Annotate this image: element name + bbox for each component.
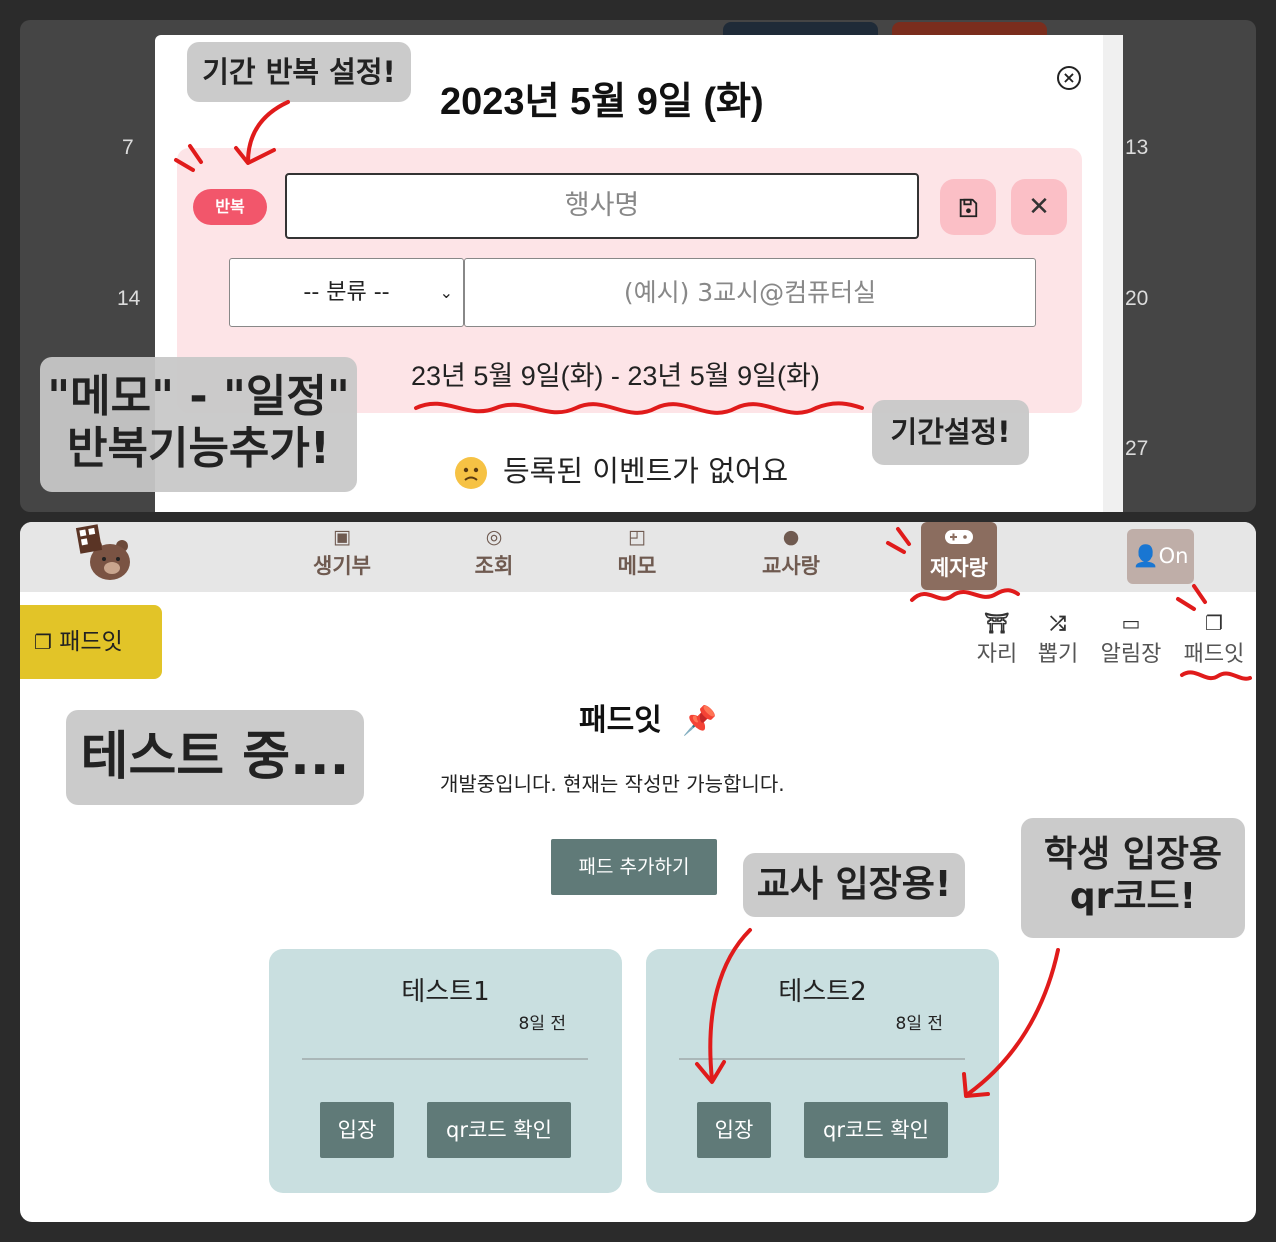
emphasis-mark xyxy=(896,527,911,546)
emphasis-mark xyxy=(1176,597,1196,611)
emphasis-mark xyxy=(886,541,906,554)
arrow-repeat-head xyxy=(234,146,276,165)
squiggle-date xyxy=(414,401,864,415)
arrow-student-head xyxy=(962,1072,990,1098)
emphasis-mark xyxy=(174,158,195,172)
squiggle-padlet xyxy=(1180,670,1252,681)
arrow-teacher xyxy=(708,928,752,1082)
arrow-student xyxy=(966,948,1060,1096)
squiggle-jejarang xyxy=(910,588,1020,602)
emphasis-mark xyxy=(188,144,203,164)
emphasis-mark xyxy=(1192,584,1207,604)
annotation-strokes xyxy=(174,100,1252,1098)
